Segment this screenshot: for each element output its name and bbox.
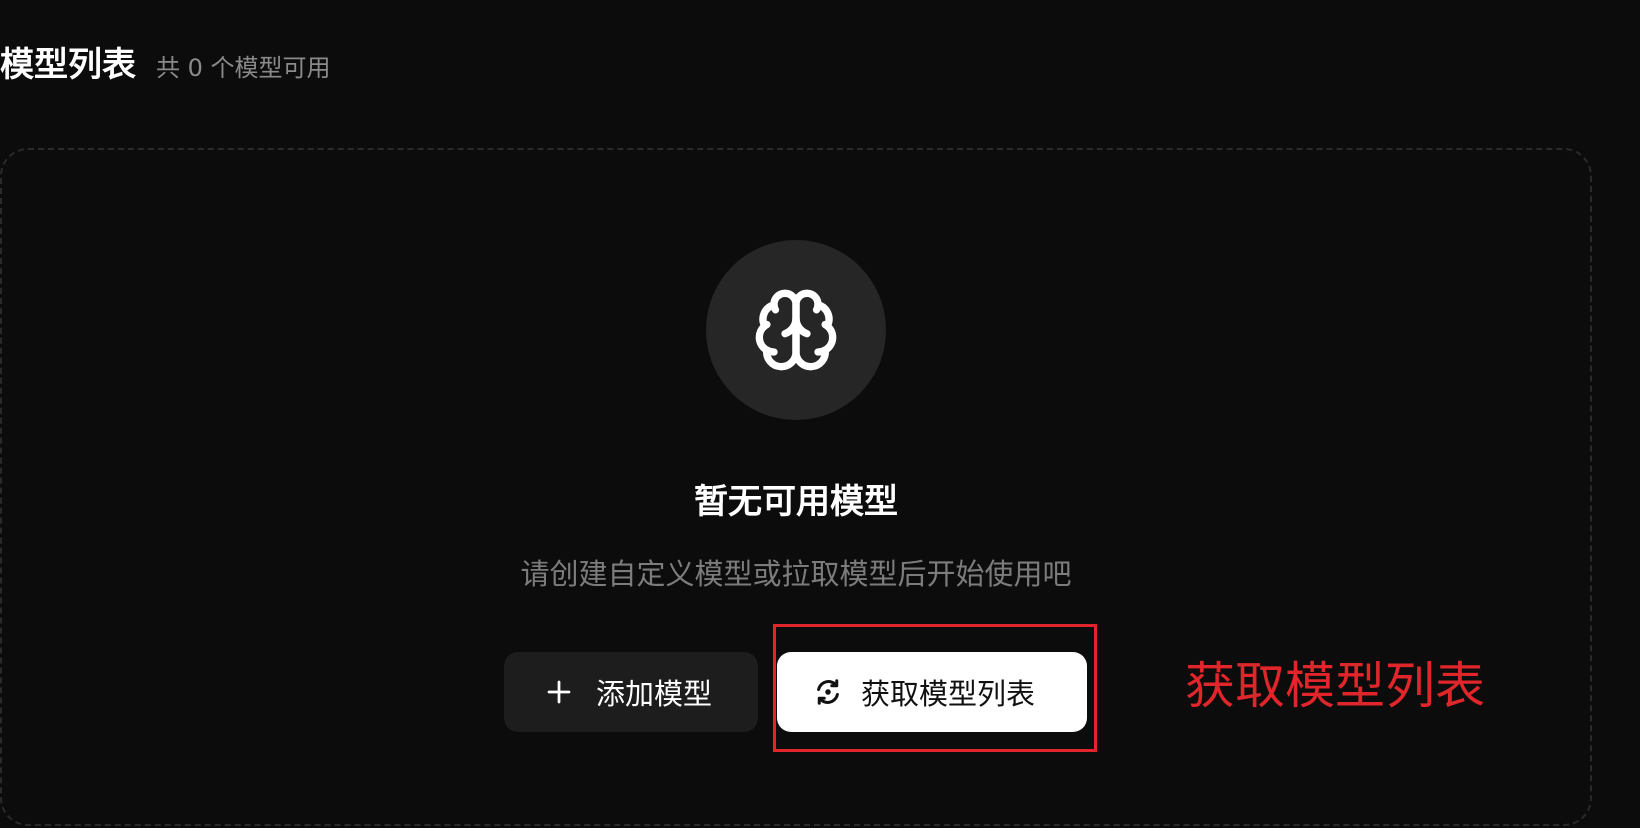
model-count: 共 0 个模型可用: [156, 54, 331, 82]
annotation-label: 获取模型列表: [1185, 657, 1485, 715]
empty-state-subtitle: 请创建自定义模型或拉取模型后开始使用吧: [520, 557, 1072, 591]
annotation-highlight-box: [773, 624, 1097, 752]
page-header: 模型列表 共 0 个模型可用: [0, 40, 331, 90]
empty-state-title: 暂无可用模型: [694, 482, 898, 522]
add-model-label: 添加模型: [596, 677, 713, 711]
page-title: 模型列表: [0, 45, 136, 85]
add-model-button[interactable]: 添加模型: [504, 652, 758, 732]
plus-icon: [547, 680, 571, 704]
empty-state-icon-circle: [706, 240, 886, 420]
brain-icon: [755, 289, 837, 371]
